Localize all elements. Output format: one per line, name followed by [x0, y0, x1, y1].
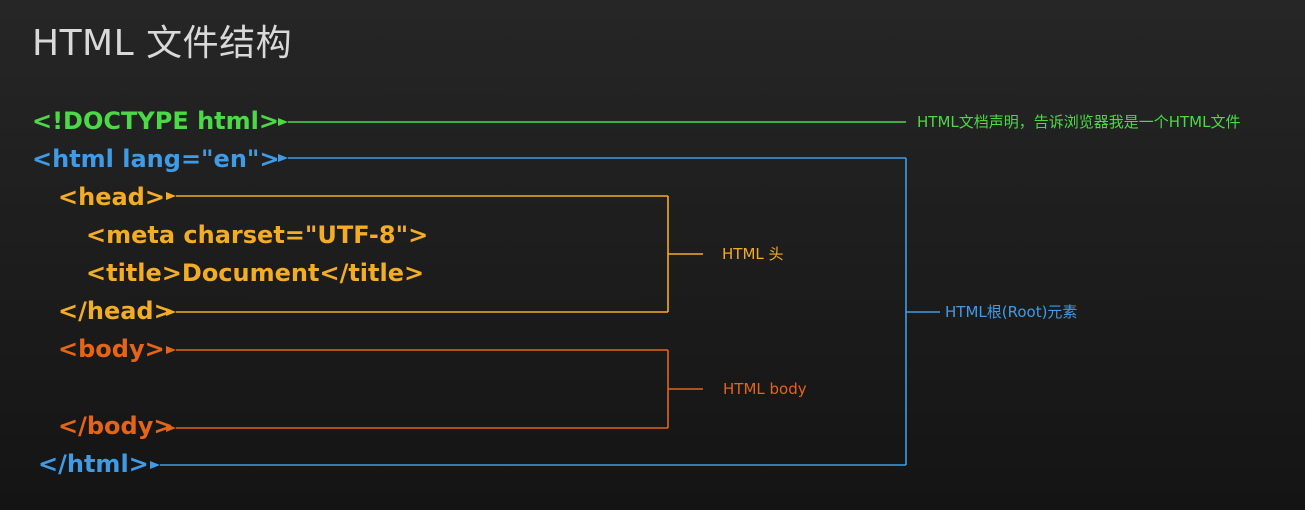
head-annotation: HTML 头	[722, 245, 784, 263]
body-bracket	[166, 346, 703, 432]
doctype-annotation: HTML文档声明，告诉浏览器我是一个HTML文件	[917, 113, 1241, 131]
head-bracket	[166, 192, 703, 316]
connector-lines	[150, 118, 940, 469]
root-annotation: HTML根(Root)元素	[945, 303, 1078, 321]
body-annotation: HTML body	[723, 380, 807, 398]
